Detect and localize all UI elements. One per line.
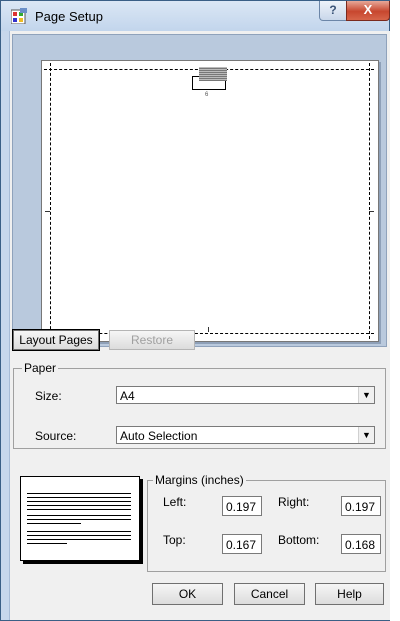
page-preview: 6 <box>12 34 387 347</box>
margins-group <box>147 480 386 572</box>
source-value: Auto Selection <box>120 429 198 443</box>
page-setup-app-icon <box>11 8 27 24</box>
layout-pages-button[interactable]: Layout Pages <box>12 329 100 351</box>
size-select[interactable]: A4 ▼ <box>116 386 375 404</box>
right-margin-field[interactable]: 0.197 <box>341 496 381 516</box>
chevron-down-icon[interactable]: ▼ <box>358 387 374 403</box>
bottom-margin-field[interactable]: 0.168 <box>341 534 381 554</box>
close-button[interactable]: X <box>346 1 390 21</box>
preview-line <box>27 519 131 520</box>
right-margin-line <box>369 63 370 339</box>
restore-button[interactable]: Restore <box>109 330 195 350</box>
window-title: Page Setup <box>35 9 103 24</box>
preview-line <box>27 493 131 494</box>
preview-line <box>27 497 131 498</box>
preview-line <box>27 501 131 502</box>
help-button[interactable]: Help <box>315 583 384 605</box>
bottom-margin-label: Bottom: <box>278 533 320 547</box>
help-title-button[interactable]: ? <box>319 1 347 21</box>
chevron-down-icon[interactable]: ▼ <box>358 427 374 443</box>
right-margin-label: Right: <box>278 495 310 509</box>
header-image <box>199 67 227 81</box>
top-margin-label: Top: <box>163 533 186 547</box>
preview-line <box>27 539 131 540</box>
preview-paper: 6 <box>41 60 379 342</box>
bottom-center-tick <box>208 327 209 332</box>
source-select[interactable]: Auto Selection ▼ <box>116 426 375 444</box>
left-center-tick <box>45 211 50 212</box>
preview-line <box>27 515 131 516</box>
top-margin-field[interactable]: 0.167 <box>222 534 262 554</box>
left-margin-field[interactable]: 0.197 <box>222 496 262 516</box>
ok-button[interactable]: OK <box>152 583 223 605</box>
dialog-client-area: 6 Layout Pages Restore Paper Size: A4 ▼ … <box>9 31 390 620</box>
preview-line <box>27 505 131 506</box>
left-margin-label: Left: <box>163 495 187 509</box>
source-label: Source: <box>35 429 77 443</box>
page-setup-window: Page Setup ? X 6 Layout Pages Restore Pa… <box>0 0 390 621</box>
size-label: Size: <box>35 389 62 403</box>
page-number: 6 <box>205 92 209 98</box>
right-center-tick <box>369 211 374 212</box>
preview-line <box>27 543 67 544</box>
left-margin-line <box>50 63 51 339</box>
cancel-button[interactable]: Cancel <box>234 583 305 605</box>
paper-group-label: Paper <box>22 361 59 375</box>
orientation-preview <box>20 476 140 561</box>
preview-line <box>27 523 81 524</box>
margins-group-label: Margins (inches) <box>153 473 246 487</box>
title-bar[interactable]: Page Setup ? X <box>1 1 390 31</box>
size-value: A4 <box>120 389 135 403</box>
preview-line <box>27 531 131 532</box>
preview-line <box>27 509 131 510</box>
preview-line <box>27 535 131 536</box>
